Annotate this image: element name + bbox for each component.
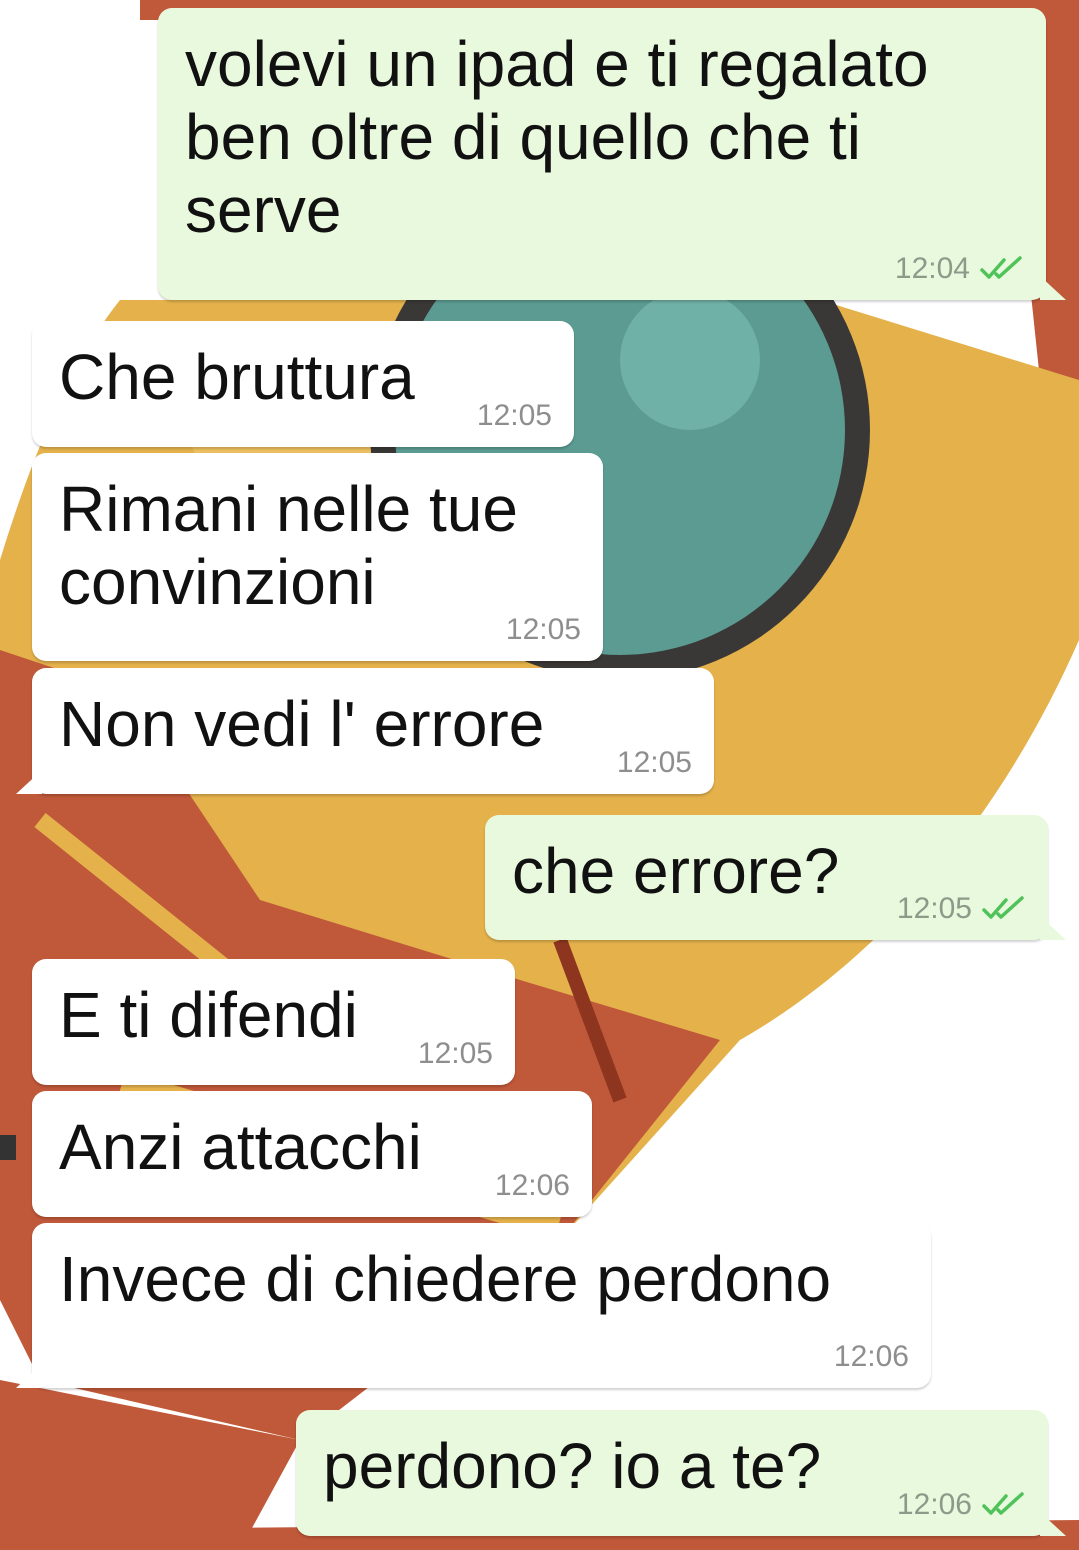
- double-check-icon: [980, 256, 1022, 279]
- wallpaper-dark-dot: [0, 1135, 16, 1160]
- message-text: Che bruttura: [59, 341, 415, 413]
- bubble-tail: [1040, 276, 1066, 300]
- message-time: 12:05: [505, 613, 581, 646]
- double-check-icon: [982, 1492, 1024, 1515]
- incoming-message[interactable]: Invece di chiedere perdono 12:06: [32, 1223, 931, 1388]
- message-meta: 12:06: [495, 1169, 570, 1203]
- message-meta: 12:04: [895, 252, 1024, 286]
- incoming-message[interactable]: E ti difendi 12:05: [32, 959, 515, 1085]
- message-text: volevi un ipad e ti regalato ben oltre d…: [185, 28, 929, 246]
- incoming-message[interactable]: Anzi attacchi 12:06: [32, 1091, 592, 1217]
- incoming-message[interactable]: Non vedi l' errore 12:05: [32, 668, 714, 794]
- outgoing-message[interactable]: che errore? 12:05: [485, 815, 1048, 940]
- message-time: 12:06: [896, 1488, 972, 1521]
- outgoing-message[interactable]: volevi un ipad e ti regalato ben oltre d…: [158, 8, 1046, 300]
- message-meta: 12:05: [418, 1037, 493, 1071]
- message-meta: 12:05: [897, 892, 1026, 926]
- message-time: 12:05: [896, 892, 972, 925]
- bubble-tail: [1040, 916, 1066, 940]
- message-time: 12:06: [833, 1340, 909, 1373]
- message-time: 12:05: [417, 1037, 493, 1070]
- message-meta: 12:06: [897, 1488, 1026, 1522]
- message-text: Anzi attacchi: [59, 1111, 422, 1183]
- bubble-tail: [16, 770, 42, 794]
- message-text: Invece di chiedere perdono: [59, 1243, 832, 1315]
- message-text: Rimani nelle tue convinzioni: [59, 473, 518, 618]
- message-time: 12:05: [476, 399, 552, 432]
- incoming-message[interactable]: Che bruttura 12:05: [32, 321, 574, 447]
- wallpaper-porthole-shine: [620, 290, 760, 430]
- message-meta: 12:05: [506, 613, 581, 647]
- message-text: Non vedi l' errore: [59, 688, 545, 760]
- message-time: 12:05: [616, 746, 692, 779]
- double-check-icon: [982, 896, 1024, 919]
- message-text: perdono? io a te?: [323, 1430, 822, 1502]
- message-meta: 12:05: [477, 399, 552, 433]
- message-text: E ti difendi: [59, 979, 358, 1051]
- outgoing-message[interactable]: perdono? io a te? 12:06: [296, 1410, 1048, 1536]
- message-time: 12:06: [494, 1169, 570, 1202]
- message-text: che errore?: [512, 835, 840, 907]
- bubble-tail: [16, 1364, 42, 1388]
- incoming-message[interactable]: Rimani nelle tue convinzioni 12:05: [32, 453, 603, 661]
- bubble-tail: [1040, 1512, 1066, 1536]
- message-meta: 12:06: [834, 1340, 909, 1374]
- message-meta: 12:05: [617, 746, 692, 780]
- message-time: 12:04: [894, 252, 970, 285]
